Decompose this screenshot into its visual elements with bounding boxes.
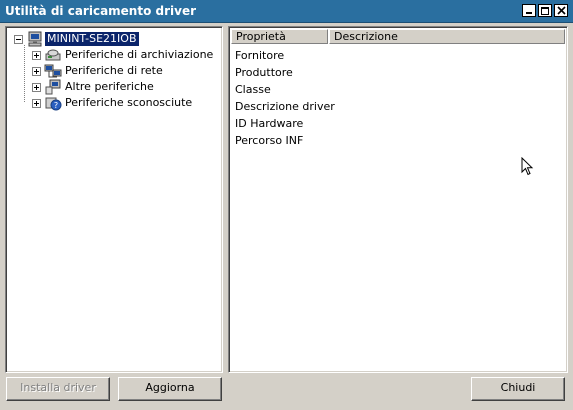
column-header-property[interactable]: Proprietà	[231, 29, 328, 44]
device-tree-panel[interactable]: MININT-SE21IOB Periferiche di archiviazi…	[5, 26, 223, 373]
close-icon	[557, 6, 566, 15]
property-row[interactable]: Classe	[235, 81, 335, 98]
driver-loader-window: Utilità di caricamento driver MININT-SE2…	[0, 0, 573, 410]
network-icon	[44, 64, 62, 78]
mouse-cursor-icon	[521, 157, 534, 176]
title-bar[interactable]: Utilità di caricamento driver	[0, 0, 573, 23]
close-button[interactable]: Chiudi	[471, 377, 565, 401]
computer-icon	[28, 31, 42, 47]
device-icon	[45, 79, 61, 95]
properties-panel[interactable]: Proprietà Descrizione Fornitore Produtto…	[228, 26, 568, 373]
tree-node-label: Periferiche sconosciute	[65, 96, 193, 109]
tree-node-label: Altre periferiche	[65, 80, 154, 93]
column-header-description[interactable]: Descrizione	[329, 29, 565, 44]
expand-icon[interactable]	[32, 51, 41, 60]
install-driver-button[interactable]: Installa driver	[6, 377, 110, 401]
refresh-button[interactable]: Aggiorna	[118, 377, 222, 401]
minimize-button[interactable]	[522, 4, 536, 17]
window-title: Utilità di caricamento driver	[5, 4, 197, 18]
property-row[interactable]: Fornitore	[235, 47, 335, 64]
tree-node-label: Periferiche di rete	[65, 64, 163, 77]
property-row[interactable]: Percorso INF	[235, 132, 335, 149]
properties-list: Fornitore Produttore Classe Descrizione …	[235, 47, 335, 149]
svg-text:?: ?	[54, 101, 58, 110]
maximize-button[interactable]	[538, 4, 552, 17]
tree-connector-line	[24, 45, 25, 102]
property-row[interactable]: ID Hardware	[235, 115, 335, 132]
unknown-device-icon: ?	[45, 97, 62, 111]
tree-node-label: Periferiche di archiviazione	[65, 48, 214, 61]
tree-root-label: MININT-SE21IOB	[45, 32, 139, 46]
close-window-button[interactable]	[554, 4, 568, 17]
expand-icon[interactable]	[32, 67, 41, 76]
storage-icon	[45, 49, 61, 61]
collapse-expander-icon[interactable]	[14, 35, 23, 44]
property-row[interactable]: Descrizione driver	[235, 98, 335, 115]
expand-icon[interactable]	[32, 83, 41, 92]
expand-icon[interactable]	[32, 99, 41, 108]
property-row[interactable]: Produttore	[235, 64, 335, 81]
